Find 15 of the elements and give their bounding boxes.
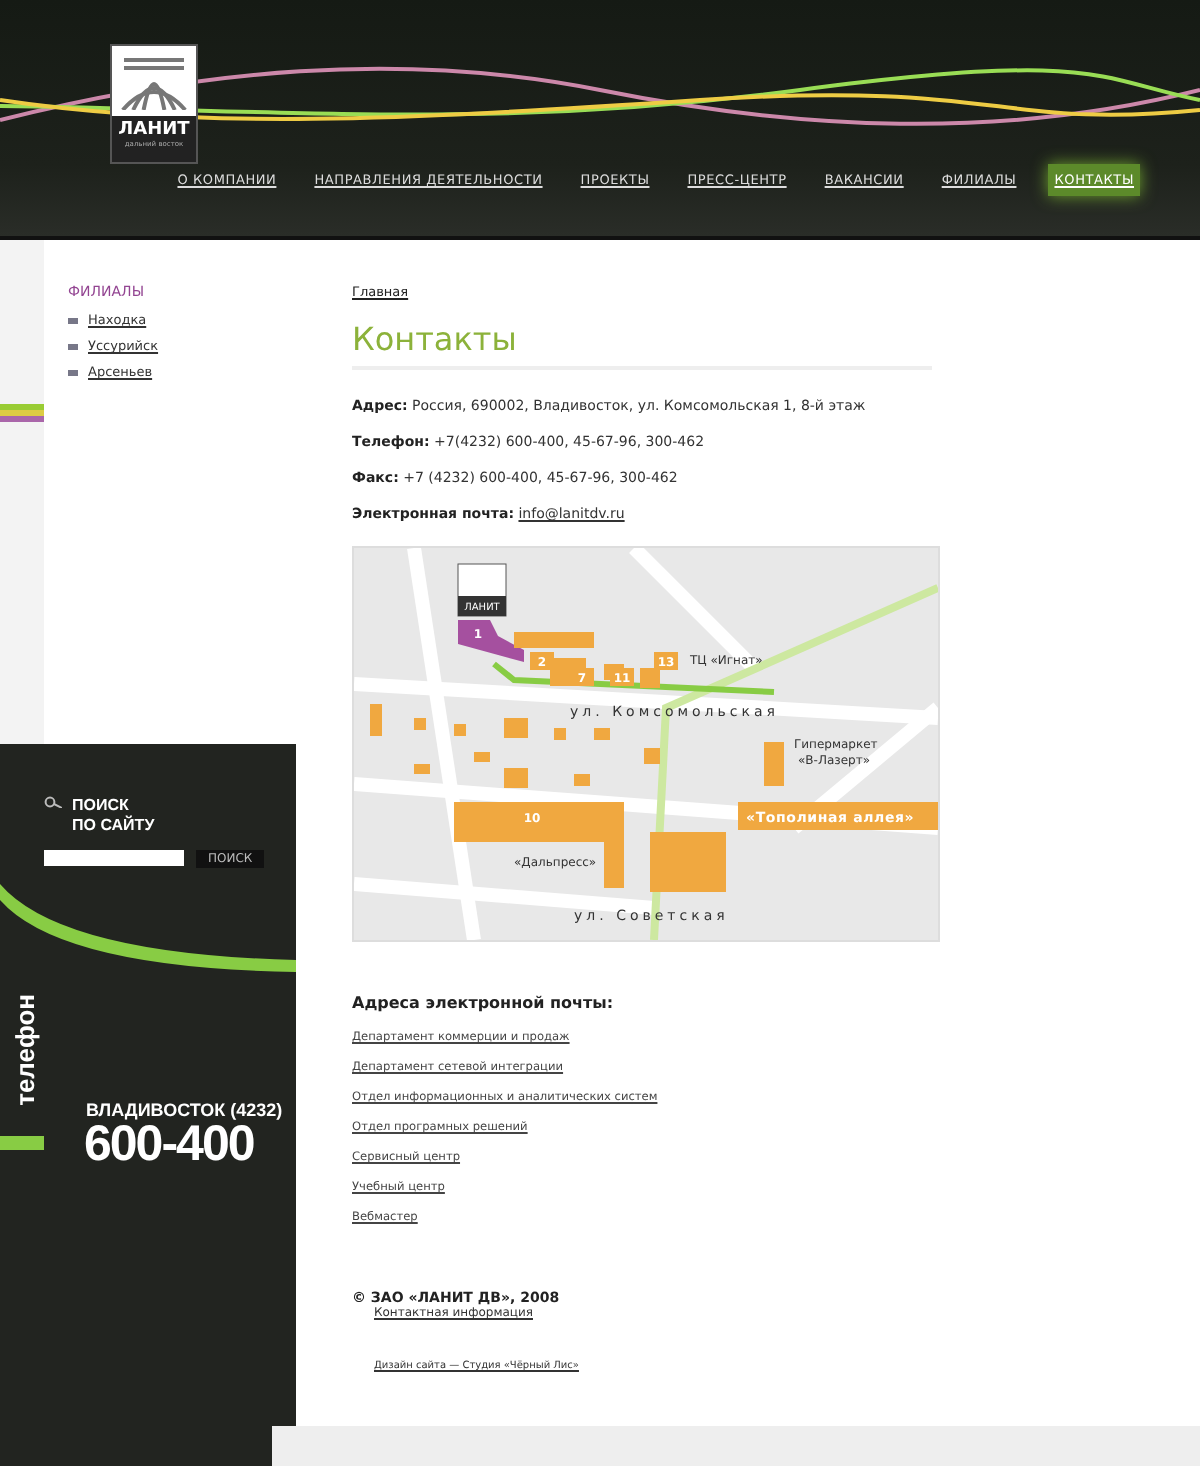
- bullet-icon: [68, 369, 78, 375]
- page-title: Контакты: [352, 320, 932, 370]
- color-stripe: [0, 404, 44, 422]
- search-field[interactable]: [44, 850, 184, 866]
- phone-label: телефон: [10, 994, 40, 1106]
- tab-marker: [0, 1136, 44, 1150]
- map-logo-drawing: [457, 563, 507, 617]
- search-heading: ПОИСК ПО САЙТУ: [72, 796, 155, 836]
- bullet-icon: [68, 343, 78, 349]
- bullet-icon: [68, 317, 78, 323]
- city-code: ВЛАДИВОСТОК (4232): [86, 1100, 283, 1120]
- logo-text: ЛАНИТ: [118, 120, 190, 140]
- magnifier-icon: [44, 796, 62, 808]
- arches-icon: [120, 53, 188, 109]
- section-heading: Адреса электронной почты:: [352, 994, 616, 1012]
